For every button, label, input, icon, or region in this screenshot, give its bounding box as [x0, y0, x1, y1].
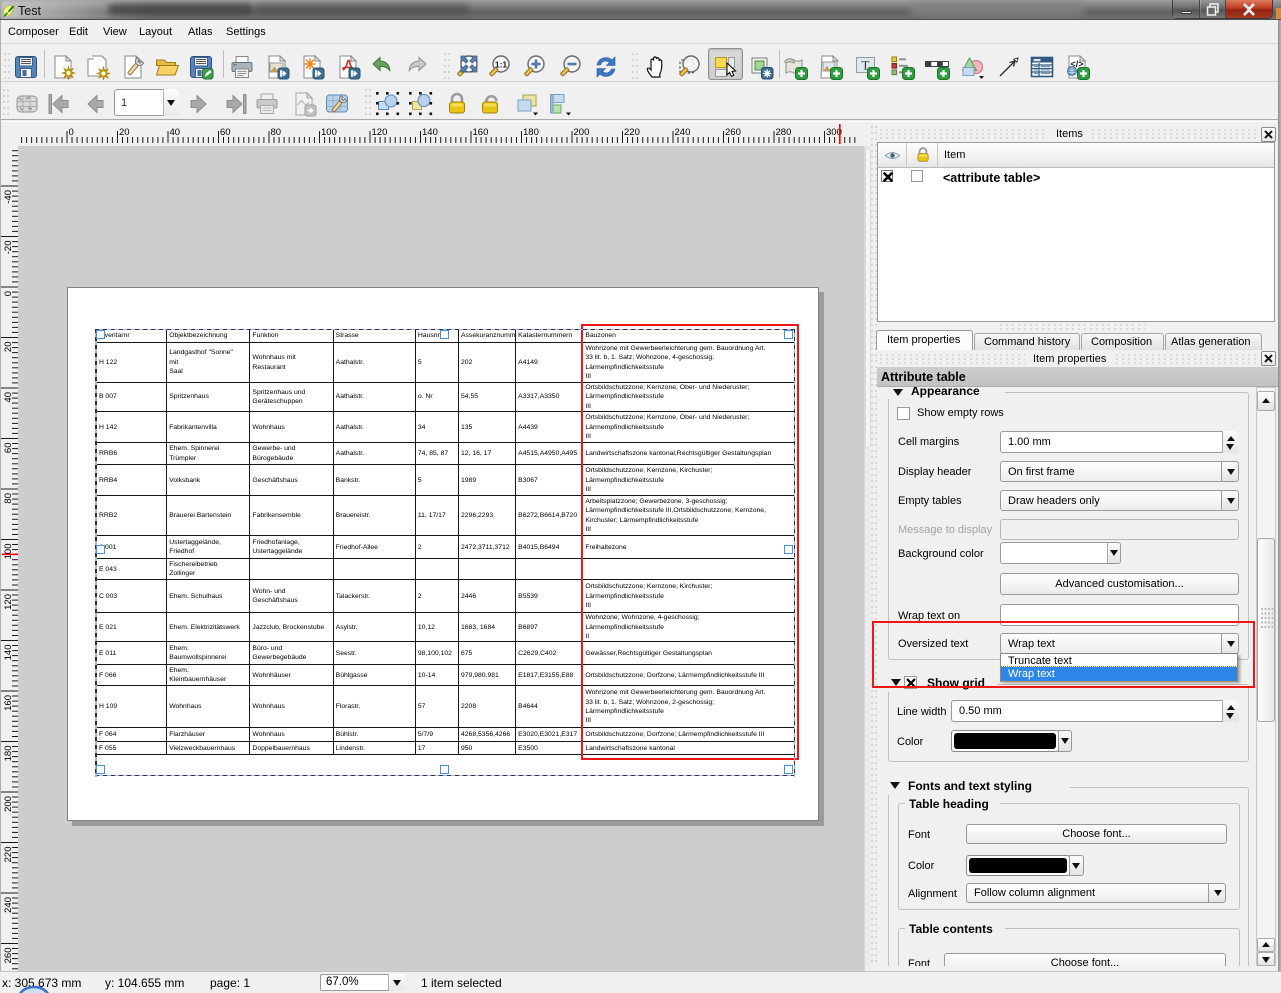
svg-text:160: 160 [473, 127, 489, 138]
svg-text:140: 140 [3, 645, 14, 661]
svg-text:200: 200 [574, 127, 590, 138]
svg-text:220: 220 [624, 127, 640, 138]
svg-text:100: 100 [3, 544, 14, 560]
svg-text:40: 40 [170, 127, 181, 138]
svg-text:20: 20 [119, 127, 130, 138]
svg-text:280: 280 [776, 127, 792, 138]
svg-text:160: 160 [3, 695, 14, 711]
svg-text:200: 200 [3, 796, 14, 812]
svg-text:80: 80 [3, 493, 14, 504]
svg-text:100: 100 [321, 127, 337, 138]
svg-text:0: 0 [69, 127, 74, 138]
svg-text:180: 180 [523, 127, 539, 138]
svg-text:180: 180 [3, 746, 14, 762]
svg-text:1:1: 1:1 [495, 60, 508, 70]
svg-text:260: 260 [725, 127, 741, 138]
svg-text:60: 60 [3, 443, 14, 454]
svg-text:240: 240 [3, 897, 14, 913]
svg-text:80: 80 [271, 127, 282, 138]
svg-text:120: 120 [372, 127, 388, 138]
svg-text:260: 260 [3, 948, 14, 964]
svg-text:60: 60 [220, 127, 231, 138]
svg-text:220: 220 [3, 847, 14, 863]
svg-text:120: 120 [3, 594, 14, 610]
svg-text:140: 140 [422, 127, 438, 138]
svg-text:240: 240 [675, 127, 691, 138]
